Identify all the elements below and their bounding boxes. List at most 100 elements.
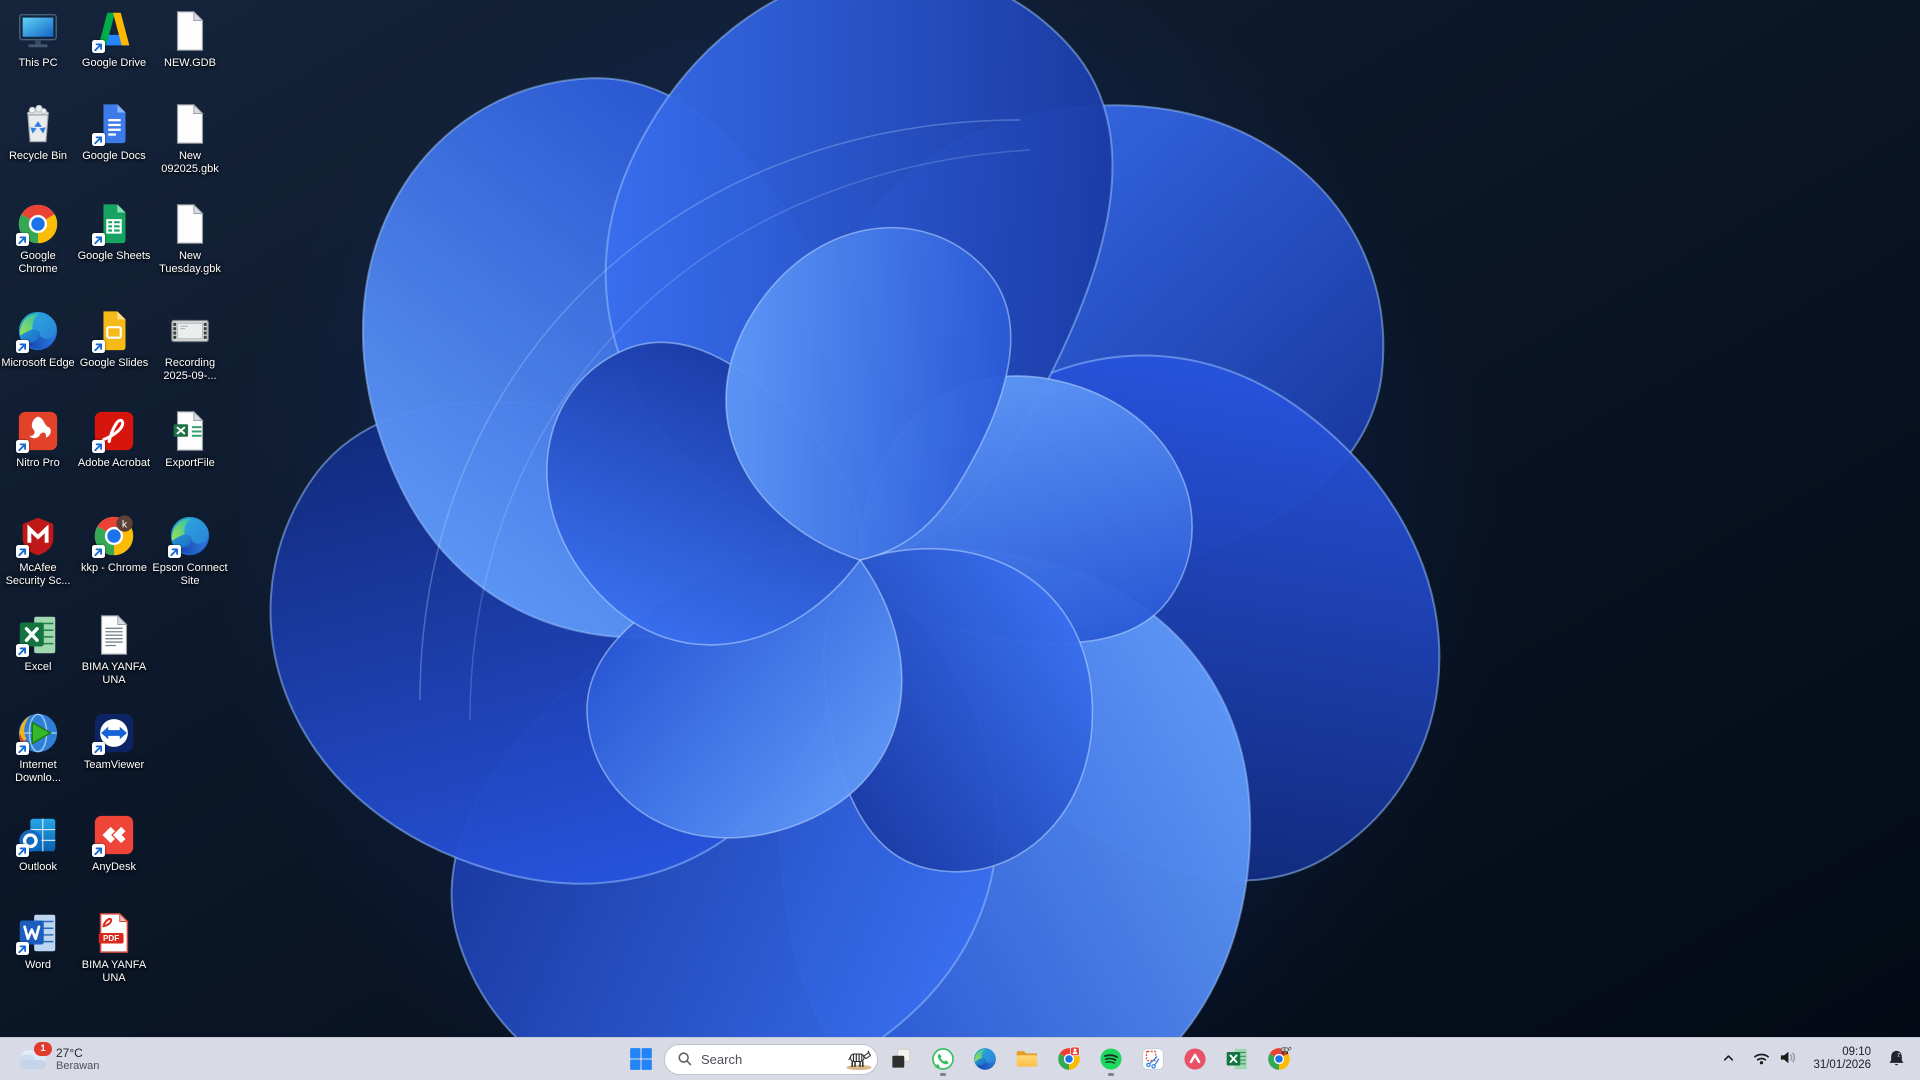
running-indicator (940, 1073, 946, 1076)
desktop-icon-label: ExportFile (165, 457, 215, 470)
taskbar-app-squares-app[interactable] (882, 1040, 920, 1078)
desktop-icon-label: Recycle Bin (9, 150, 67, 163)
desktop-icon-teamviewer[interactable]: TeamViewer (76, 710, 152, 772)
desktop-icon-label: Adobe Acrobat (78, 457, 150, 470)
weather-text: 27°C Berawan (56, 1046, 99, 1073)
desktop-icon-bima-yanfa-una-pdf[interactable]: PDFBIMA YANFA UNA (76, 910, 152, 985)
shortcut-arrow-icon (16, 233, 29, 246)
chrome-icon (1056, 1046, 1082, 1072)
tray-clock[interactable]: 09:10 31/01/2026 (1807, 1041, 1877, 1077)
desktop-icon-epson-connect[interactable]: Epson Connect Site (152, 513, 228, 588)
desktop-icon-label: Internet Downlo... (0, 759, 76, 785)
mcafee-icon (15, 513, 61, 559)
desktop-icon-mcafee[interactable]: McAfee Security Sc... (0, 513, 76, 588)
shortcut-arrow-icon (16, 844, 29, 857)
cloud-icon: 1 (16, 1045, 50, 1073)
shortcut-arrow-icon (92, 133, 105, 146)
taskbar-app-chrome-zebra[interactable] (1260, 1040, 1298, 1078)
tray-notifications-button[interactable]: z (1881, 1041, 1912, 1077)
taskbar-app-chrome[interactable] (1050, 1040, 1088, 1078)
shortcut-arrow-icon (16, 340, 29, 353)
nitro-icon (15, 408, 61, 454)
desktop-icon-google-drive[interactable]: Google Drive (76, 8, 152, 70)
idm-icon (15, 710, 61, 756)
desktop-icon-anydesk[interactable]: AnyDesk (76, 812, 152, 874)
taskbar-app-red-chevron-app[interactable] (1176, 1040, 1214, 1078)
desktop-icon-recording[interactable]: Recording 2025-09-... (152, 308, 228, 383)
desktop-icon-kkp-chrome[interactable]: kkkp - Chrome (76, 513, 152, 575)
desktop-icon-label: kkp - Chrome (81, 562, 147, 575)
excel-icon (15, 612, 61, 658)
taskbar-app-file-explorer[interactable] (1008, 1040, 1046, 1078)
desktop-icon-label: NEW.GDB (164, 57, 216, 70)
desktop-icon-google-sheets[interactable]: Google Sheets (76, 201, 152, 263)
desktop-icon-google-slides[interactable]: Google Slides (76, 308, 152, 370)
docfile-icon (167, 8, 213, 54)
red-chevron-app-icon (1182, 1046, 1208, 1072)
taskbar-app-spotify[interactable] (1092, 1040, 1130, 1078)
shortcut-arrow-icon (16, 942, 29, 955)
desktop-icon-excel[interactable]: Excel (0, 612, 76, 674)
svg-text:z: z (1897, 1051, 1900, 1058)
taskbar-app-snipping-tool[interactable] (1134, 1040, 1172, 1078)
bell-dnd-icon: z (1887, 1048, 1906, 1070)
desktop-icon-grid: This PC Google Drive NEW.GDB Recycle Bin… (0, 0, 1920, 1038)
taskbar-app-edge[interactable] (966, 1040, 1004, 1078)
desktop-icon-word[interactable]: Word (0, 910, 76, 972)
desktop-icon-label: Google Chrome (0, 250, 76, 276)
shortcut-arrow-icon (92, 742, 105, 755)
weather-notification-badge: 1 (34, 1042, 52, 1056)
edge-icon (15, 308, 61, 354)
film-icon (167, 308, 213, 354)
spotify-icon (1098, 1046, 1124, 1072)
tray-hidden-icons-button[interactable] (1715, 1041, 1742, 1077)
taskbar: 1 27°C Berawan (0, 1037, 1920, 1080)
desktop-icon-internet-download[interactable]: Internet Downlo... (0, 710, 76, 785)
running-indicator (1108, 1073, 1114, 1076)
desktop-icon-outlook[interactable]: Outlook (0, 812, 76, 874)
docfile-icon (167, 201, 213, 247)
shortcut-arrow-icon (16, 440, 29, 453)
shortcut-arrow-icon (168, 545, 181, 558)
shortcut-arrow-icon (16, 742, 29, 755)
desktop-icon-microsoft-edge[interactable]: Microsoft Edge (0, 308, 76, 370)
clock-text: 09:10 31/01/2026 (1813, 1046, 1871, 1072)
desktop-icon-recycle-bin[interactable]: Recycle Bin (0, 101, 76, 163)
desktop-icon-label: Microsoft Edge (1, 357, 74, 370)
desktop-icon-label: McAfee Security Sc... (0, 562, 76, 588)
taskbar-search[interactable]: Search (664, 1044, 878, 1075)
taskbar-left: 1 27°C Berawan (8, 1038, 107, 1080)
desktop-icon-google-chrome[interactable]: Google Chrome (0, 201, 76, 276)
shortcut-arrow-icon (92, 440, 105, 453)
shortcut-arrow-icon (92, 40, 105, 53)
desktop-icon-new-gdb[interactable]: NEW.GDB (152, 8, 228, 70)
search-zebra-image (844, 1047, 874, 1071)
desktop-icon-new-tuesday-gbk[interactable]: New Tuesday.gbk (152, 201, 228, 276)
gsheets-icon (91, 201, 137, 247)
search-placeholder: Search (701, 1052, 836, 1067)
shortcut-arrow-icon (92, 545, 105, 558)
desktop-icon-nitro-pro[interactable]: Nitro Pro (0, 408, 76, 470)
widgets-weather-button[interactable]: 1 27°C Berawan (8, 1043, 107, 1075)
start-button[interactable] (622, 1040, 660, 1078)
speaker-icon (1778, 1049, 1797, 1069)
desktop-icon-this-pc[interactable]: This PC (0, 8, 76, 70)
docfile-icon (167, 101, 213, 147)
shortcut-arrow-icon (92, 233, 105, 246)
chrome-icon (15, 201, 61, 247)
excel-icon (1224, 1046, 1250, 1072)
desktop-icon-bima-yanfa-una-doc[interactable]: BIMA YANFA UNA (76, 612, 152, 687)
taskbar-app-whatsapp[interactable] (924, 1040, 962, 1078)
chevron-up-icon (1721, 1050, 1736, 1068)
svg-text:PDF: PDF (103, 934, 119, 943)
xlsfile-icon (167, 408, 213, 454)
desktop-icon-adobe-acrobat[interactable]: Adobe Acrobat (76, 408, 152, 470)
desktop-icon-new-092025-gbk[interactable]: New 092025.gbk (152, 101, 228, 176)
search-icon (677, 1051, 693, 1067)
desktop-icon-exportfile[interactable]: ExportFile (152, 408, 228, 470)
desktop-icon-label: Recording 2025-09-... (152, 357, 228, 383)
tray-quick-settings-button[interactable] (1746, 1041, 1803, 1077)
gslides-icon (91, 308, 137, 354)
desktop-icon-google-docs[interactable]: Google Docs (76, 101, 152, 163)
taskbar-app-excel[interactable] (1218, 1040, 1256, 1078)
